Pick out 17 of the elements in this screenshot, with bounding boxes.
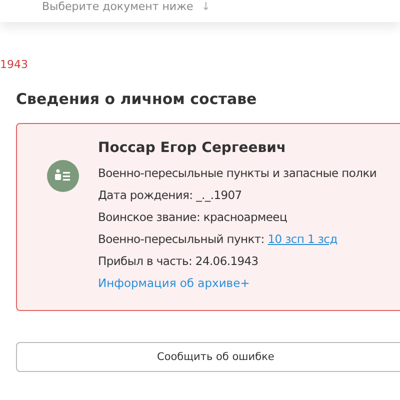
unit-link[interactable]: 10 зсп 1 зсд (268, 232, 338, 246)
field-label: Воинское звание: (98, 210, 200, 224)
unit-type: Военно-пересыльные пункты и запасные полки (98, 165, 377, 182)
field-label: Военно-пересыльный пункт: (98, 232, 264, 246)
hint-text: Выберите документ ниже (42, 0, 194, 14)
date-text: 1943 (0, 58, 29, 71)
person-list-icon (47, 160, 79, 192)
field-label: Дата рождения: (98, 188, 193, 202)
archive-info-link[interactable]: Информация об архиве+ (98, 272, 377, 294)
field-value: красноармеец (203, 210, 287, 224)
field-value: 24.06.1943 (195, 254, 258, 268)
report-error-button[interactable]: Сообщить об ошибке (16, 342, 400, 372)
field-label: Прибыл в часть: (98, 254, 192, 268)
down-arrow: ↓ (201, 0, 210, 14)
section-title: Сведения о личном составе (16, 90, 258, 108)
field-value: _._.1907 (196, 188, 242, 202)
person-name: Поссар Егор Сергеевич (98, 140, 288, 156)
